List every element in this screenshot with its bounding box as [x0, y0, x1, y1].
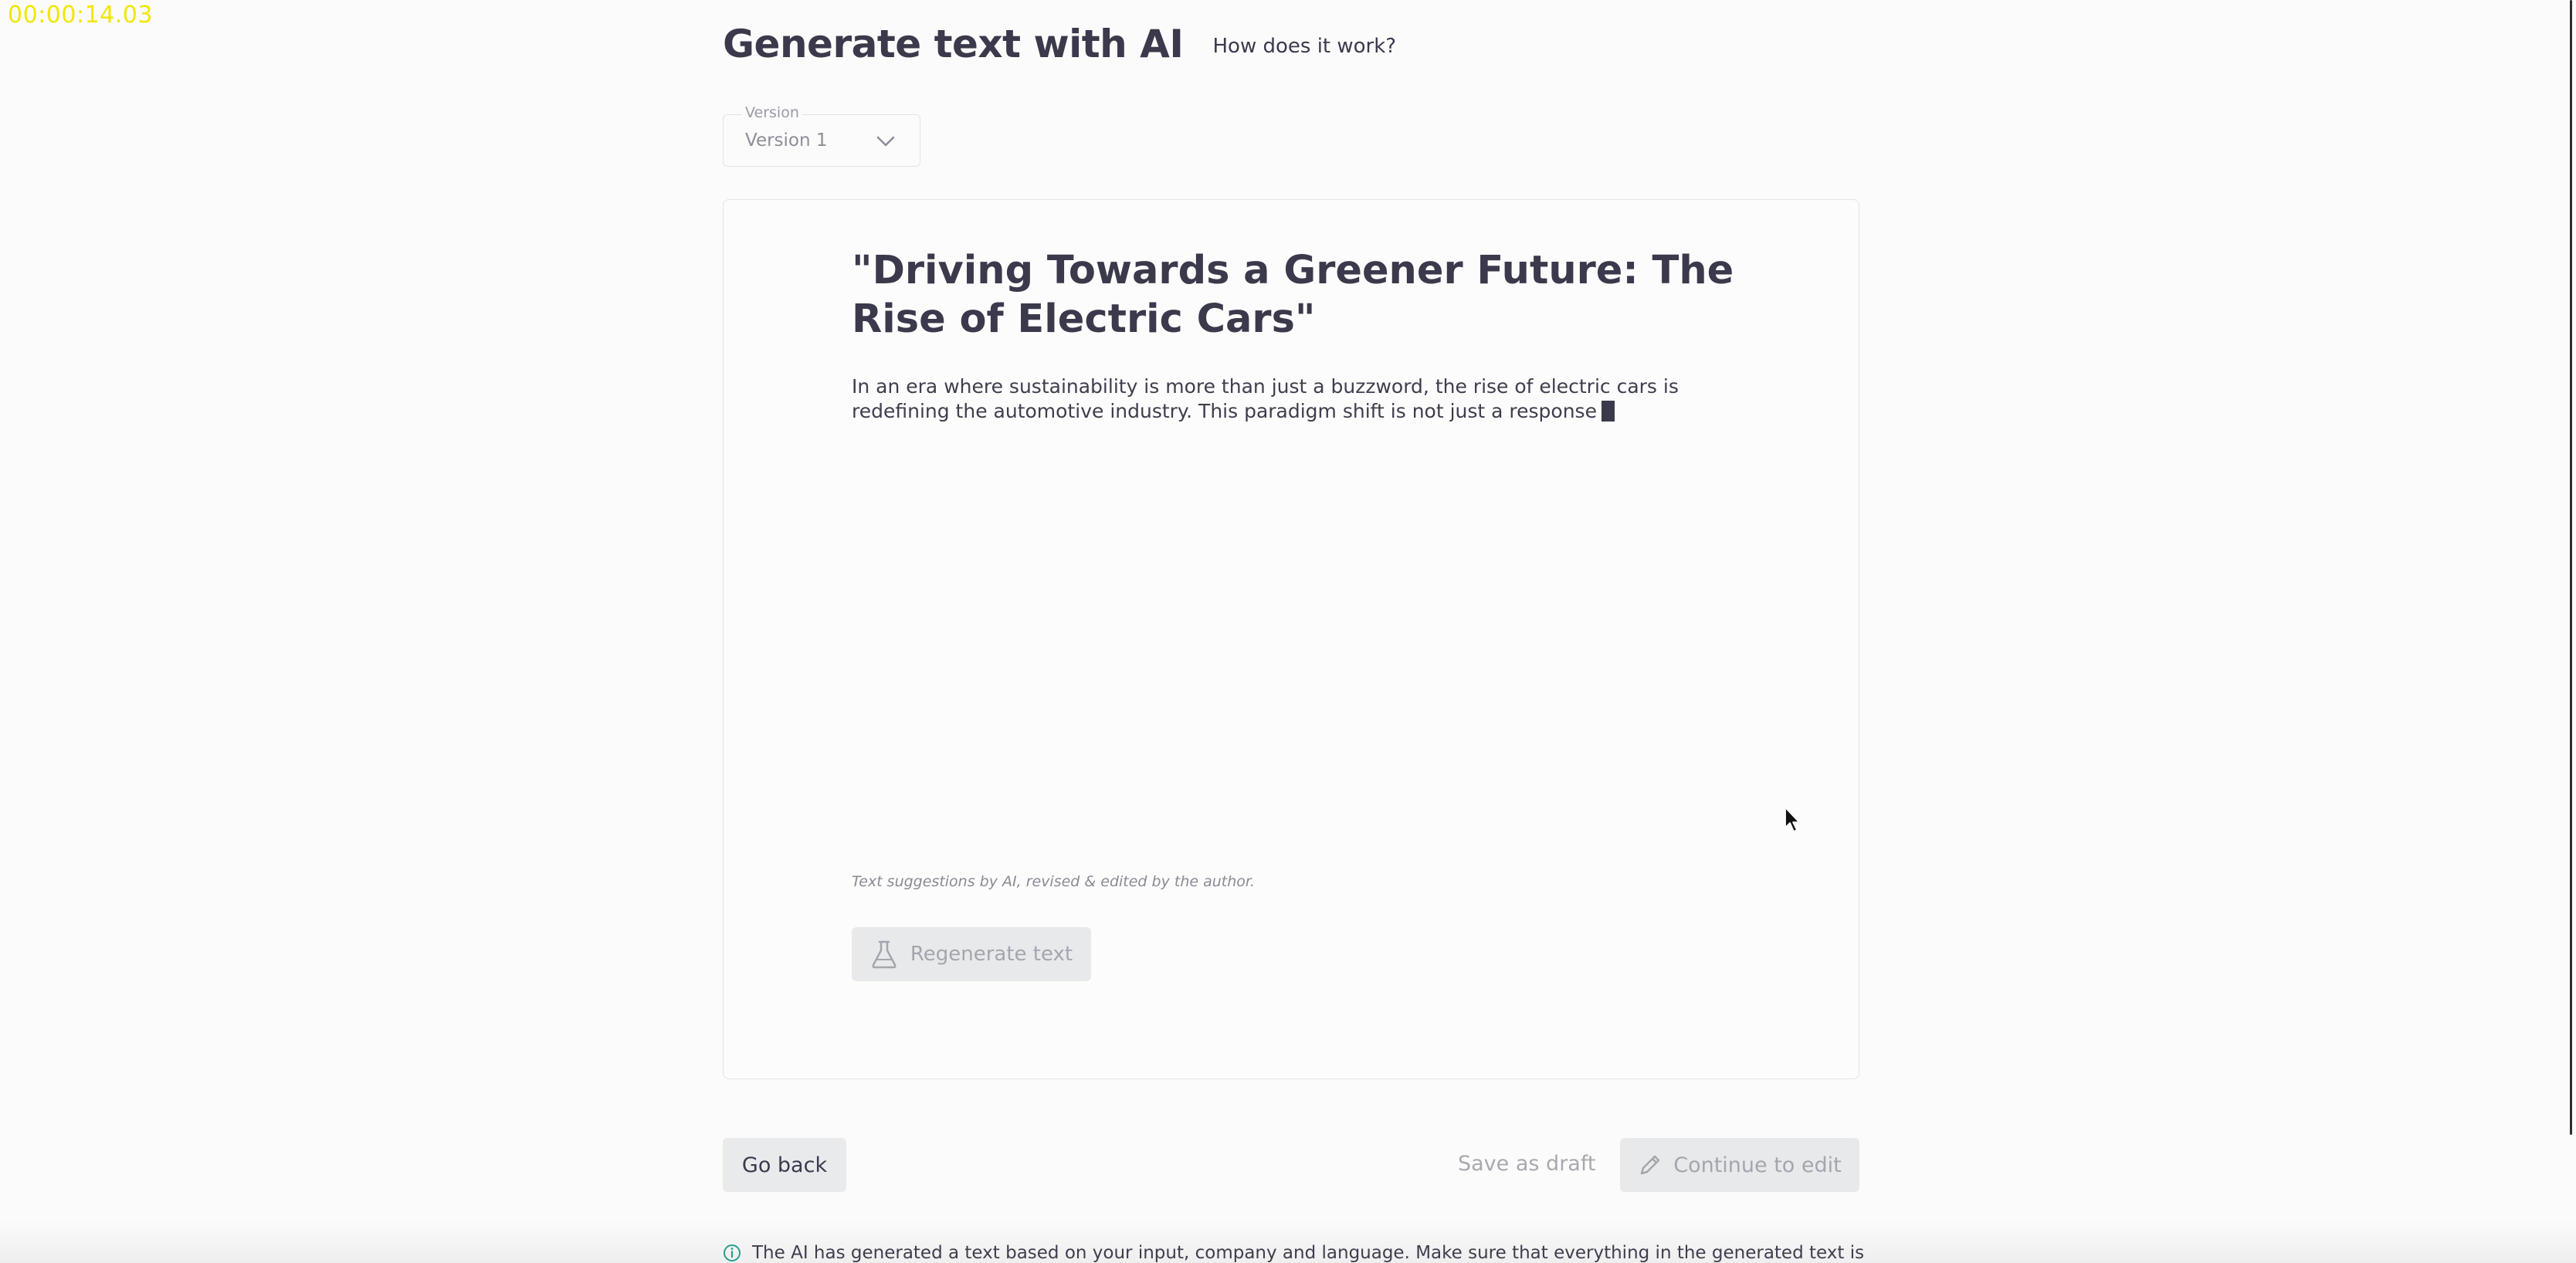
text-cursor	[1601, 401, 1615, 422]
page: 00:00:14.03 Generate text with AI How do…	[0, 0, 2576, 1263]
article-body-text: In an era where sustainability is more t…	[852, 375, 1679, 422]
info-icon	[724, 1244, 741, 1261]
pencil-icon	[1640, 1155, 1660, 1175]
page-title: Generate text with AI	[723, 22, 1184, 66]
how-does-it-work-link[interactable]: How does it work?	[1212, 35, 1396, 58]
article-body[interactable]: In an era where sustainability is more t…	[852, 374, 1747, 424]
page-header: Generate text with AI How does it work?	[723, 22, 1396, 66]
version-select-value: Version 1	[745, 130, 828, 151]
article-title[interactable]: "Driving Towards a Greener Future: The R…	[852, 246, 1747, 344]
continue-to-edit-label: Continue to edit	[1673, 1153, 1842, 1177]
mouse-pointer-icon	[1785, 807, 1800, 832]
go-back-button[interactable]: Go back	[723, 1138, 846, 1192]
info-notice-text: The AI has generated a text based on you…	[752, 1243, 1865, 1263]
version-select-label: Version	[742, 104, 802, 121]
generated-text-card: "Driving Towards a Greener Future: The R…	[723, 199, 1859, 1079]
continue-to-edit-button[interactable]: Continue to edit	[1620, 1138, 1859, 1192]
flask-icon	[872, 940, 897, 969]
save-as-draft-button[interactable]: Save as draft	[1458, 1152, 1595, 1176]
regenerate-text-button[interactable]: Regenerate text	[852, 927, 1091, 981]
recording-timer: 00:00:14.03	[8, 2, 153, 29]
chevron-down-icon	[876, 136, 895, 147]
regenerate-text-label: Regenerate text	[910, 943, 1073, 966]
page-scrollbar[interactable]	[2570, 0, 2572, 1135]
info-notice: The AI has generated a text based on you…	[723, 1243, 1864, 1263]
version-select[interactable]: Version Version 1	[723, 104, 920, 167]
ai-disclaimer: Text suggestions by AI, revised & edited…	[852, 873, 1255, 890]
